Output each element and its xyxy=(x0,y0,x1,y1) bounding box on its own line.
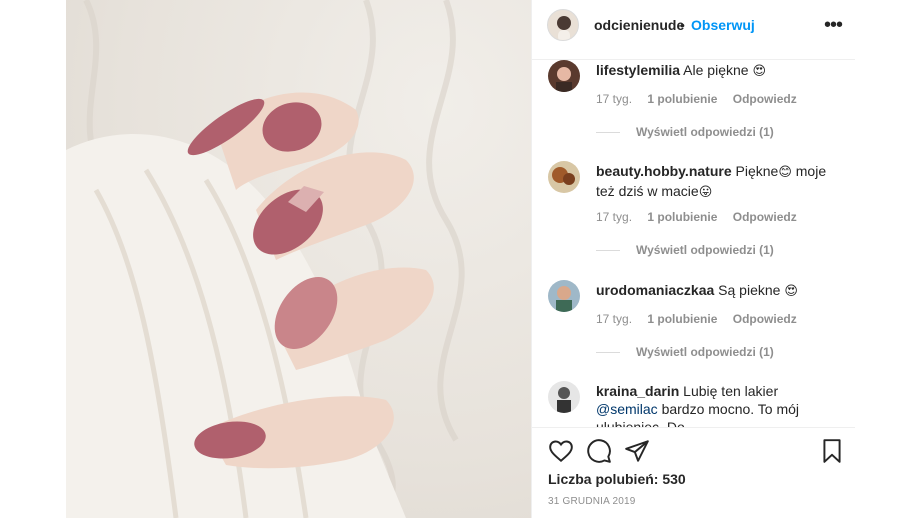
post-actions: Liczba polubień: 530 31 GRUDNIA 2019 xyxy=(532,427,855,518)
post-image xyxy=(66,0,531,518)
heart-icon[interactable] xyxy=(548,438,574,464)
comment-body: Lubię ten lakier xyxy=(683,383,779,399)
post-date: 31 GRUDNIA 2019 xyxy=(548,496,636,507)
avatar[interactable] xyxy=(548,161,580,193)
reply-button[interactable]: Odpowiedz xyxy=(733,312,797,326)
comment-text: urodomaniaczkaa Są piekne 😍 xyxy=(596,281,836,301)
share-icon[interactable] xyxy=(624,438,650,464)
tongue-emoji: 😛 xyxy=(698,185,713,200)
comment-time[interactable]: 17 tyg. xyxy=(596,210,632,224)
smiling-emoji: 😊 xyxy=(778,165,792,180)
reply-button[interactable]: Odpowiedz xyxy=(733,92,797,106)
comment-body: Ale piękne xyxy=(683,62,749,78)
heart-eyes-emoji: 😍 xyxy=(752,64,767,79)
mention-link[interactable]: @semilac xyxy=(596,401,658,417)
comment-likes[interactable]: 1 polubienie xyxy=(647,312,717,326)
comment-username[interactable]: lifestylemilia xyxy=(596,62,680,78)
comment-body: Są piekne xyxy=(718,282,781,298)
comment-likes[interactable]: 1 polubienie xyxy=(647,92,717,106)
comment-likes[interactable]: 1 polubienie xyxy=(647,210,717,224)
comment-body: Piękne xyxy=(735,163,779,179)
heart-eyes-emoji: 😍 xyxy=(784,284,798,299)
post-header: odcienienude • Obserwuj ••• xyxy=(532,0,855,60)
follow-button[interactable]: Obserwuj xyxy=(691,17,755,33)
comment-username[interactable]: kraina_darin xyxy=(596,383,679,399)
comment-text: kraina_darin Lubię ten lakier @semilac b… xyxy=(596,382,836,427)
comment-meta: 17 tyg. 1 polubienie Odpowiedz xyxy=(596,92,809,106)
comments-list: lifestylemilia Ale piękne 😍 17 tyg. 1 po… xyxy=(532,60,855,427)
likes-count[interactable]: Liczba polubień: 530 xyxy=(548,471,686,487)
replies-divider xyxy=(596,250,620,252)
comment-time[interactable]: 17 tyg. xyxy=(596,312,632,326)
view-replies-label: Wyświetl odpowiedzi (1) xyxy=(636,345,774,359)
avatar[interactable] xyxy=(548,381,580,413)
view-replies-button[interactable]: Wyświetl odpowiedzi (1) xyxy=(596,345,774,359)
comment-username[interactable]: urodomaniaczkaa xyxy=(596,282,714,298)
view-replies-button[interactable]: Wyświetl odpowiedzi (1) xyxy=(596,243,774,257)
avatar[interactable] xyxy=(548,280,580,312)
header-username[interactable]: odcienienude xyxy=(594,17,684,33)
post-panel: odcienienude • Obserwuj ••• lifestylemil… xyxy=(531,0,855,518)
replies-divider xyxy=(596,352,620,354)
header-separator: • xyxy=(680,17,685,33)
avatar[interactable] xyxy=(548,60,580,92)
view-replies-label: Wyświetl odpowiedzi (1) xyxy=(636,125,774,139)
comment-username[interactable]: beauty.hobby.nature xyxy=(596,163,732,179)
comment-text: lifestylemilia Ale piękne 😍 xyxy=(596,61,836,81)
more-options-icon[interactable]: ••• xyxy=(824,14,843,37)
bookmark-icon[interactable] xyxy=(819,438,845,464)
comment-text: beauty.hobby.nature Piękne😊 moje też dzi… xyxy=(596,162,836,202)
comment-time[interactable]: 17 tyg. xyxy=(596,92,632,106)
comment-meta: 17 tyg. 1 polubienie Odpowiedz xyxy=(596,312,809,326)
view-replies-button[interactable]: Wyświetl odpowiedzi (1) xyxy=(596,125,774,139)
header-avatar[interactable] xyxy=(547,9,579,41)
comment-meta: 17 tyg. 1 polubienie Odpowiedz xyxy=(596,210,809,224)
reply-button[interactable]: Odpowiedz xyxy=(733,210,797,224)
replies-divider xyxy=(596,132,620,134)
view-replies-label: Wyświetl odpowiedzi (1) xyxy=(636,243,774,257)
comment-icon[interactable] xyxy=(586,438,612,464)
